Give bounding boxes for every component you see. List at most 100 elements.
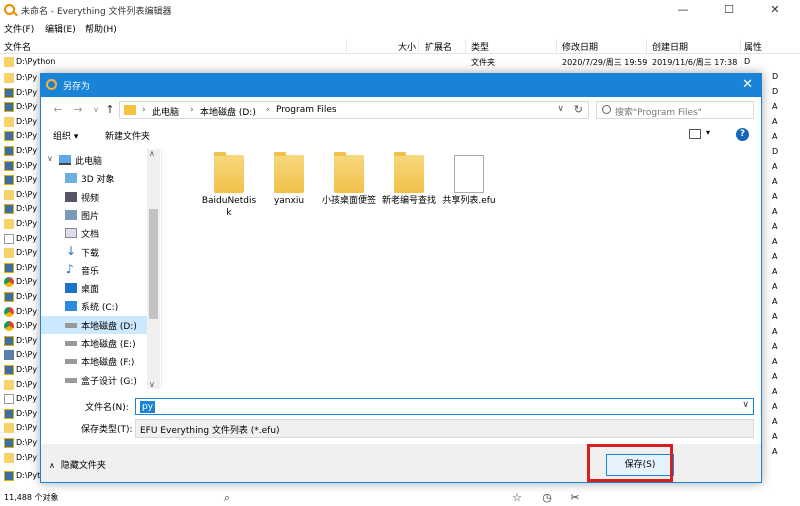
col-created[interactable]: 创建日期 [652, 40, 688, 53]
view-options-icon[interactable] [689, 129, 701, 139]
nav-item[interactable]: 本地磁盘 (F:) [41, 352, 147, 370]
attribute-cell: A [764, 385, 800, 399]
chevron-right-icon[interactable]: › [142, 105, 146, 115]
nav-item[interactable]: 文档 [41, 224, 147, 242]
file-tile[interactable]: BaiduNetdisk [200, 152, 258, 235]
recent-dropdown-icon[interactable]: ∨ [89, 102, 103, 118]
menu-help[interactable]: 帮助(H) [85, 22, 117, 35]
file-tile[interactable]: 小孩桌面便签 [320, 152, 378, 235]
nav-item[interactable]: 视频 [41, 188, 147, 206]
help-icon[interactable]: ? [736, 128, 749, 141]
file-tile[interactable]: 新老编号查找 [380, 152, 438, 235]
navigation-pane: ∨ 此电脑 3D 对象视频图片文档下载音乐桌面系统 (C:) 本地磁盘 (D:) 本地磁… [41, 149, 160, 389]
scroll-up-icon[interactable]: ∧ [149, 149, 155, 158]
nav-item[interactable]: 本地磁盘 (E:) [41, 334, 147, 352]
tools-icon[interactable]: ✂ [568, 491, 582, 505]
scroll-down-icon[interactable]: ∨ [149, 380, 155, 389]
folder-icon [214, 152, 244, 193]
up-arrow-icon[interactable]: ↑ [103, 102, 117, 118]
file-tile[interactable]: 共享列表.efu [440, 155, 498, 235]
chevron-down-icon[interactable]: ∨ [47, 154, 53, 163]
attribute-value: A [772, 222, 778, 231]
breadcrumb-drive-d[interactable]: 本地磁盘 (D:) [200, 105, 256, 118]
hide-folders-toggle[interactable]: ∧ 隐藏文件夹 [49, 458, 106, 471]
col-size[interactable]: 大小 [398, 40, 416, 53]
nav-item-label: 桌面 [81, 285, 100, 296]
python-file-icon [4, 87, 14, 98]
chevron-right-icon[interactable]: › [190, 105, 194, 115]
python-file-icon [4, 365, 14, 375]
address-bar[interactable]: › 此电脑 › 本地磁盘 (D:) › Program Files ∨ ↻ [119, 101, 589, 119]
refresh-icon[interactable]: ↻ [574, 103, 583, 116]
nav-item[interactable]: 音乐 [41, 261, 147, 279]
nav-item[interactable]: ∨ 此电脑 [41, 151, 147, 169]
star-icon[interactable]: ☆ [510, 491, 524, 505]
chevron-down-icon[interactable]: ∨ [742, 400, 749, 410]
organize-button[interactable]: 组织 ▾ [53, 129, 78, 142]
attribute-value: A [772, 432, 778, 441]
nav-item[interactable]: 图片 [41, 206, 147, 224]
nav-item[interactable]: 盒子设计 (G:) [41, 371, 147, 389]
chevron-right-icon[interactable]: › [266, 105, 270, 115]
nav-item[interactable]: 系统 (C:) [41, 297, 147, 315]
file-tile[interactable]: yanxiu [260, 152, 318, 235]
attribute-cell: A [764, 115, 800, 129]
python-file-icon [4, 204, 14, 215]
attribute-value: A [772, 207, 778, 216]
nav-item[interactable]: 下载 [41, 243, 147, 261]
attribute-value: A [772, 282, 778, 291]
file-content-area: BaiduNetdisk yanxiu 小孩桌面便签 新老编号查找 共享列表.efu [161, 149, 761, 389]
clock-icon[interactable]: ◷ [540, 491, 554, 505]
attribute-cell: A [764, 445, 800, 459]
file-tile-label: 共享列表.efu [442, 196, 496, 206]
file-row[interactable]: D:\Py [2, 450, 40, 468]
dialog-close-button[interactable]: ✕ [742, 77, 753, 92]
forward-arrow-icon[interactable]: → [71, 102, 85, 118]
file-row[interactable]: D:\Python 文件夹 2020/7/29/周三 19:59 2019/11… [0, 56, 800, 69]
new-folder-button[interactable]: 新建文件夹 [105, 129, 150, 142]
attribute-value: A [772, 297, 778, 306]
file-name: D:\Python [16, 57, 56, 66]
attribute-value: A [772, 192, 778, 201]
folder-icon [274, 152, 304, 193]
search-box[interactable]: 搜索"Program Files" [596, 101, 754, 119]
attribute-cell: A [764, 175, 800, 189]
video-icon [65, 191, 77, 202]
minimize-button[interactable]: — [660, 0, 706, 20]
menu-edit[interactable]: 编辑(E) [45, 22, 76, 35]
attribute-value: A [772, 342, 778, 351]
col-attributes[interactable]: 属性 [744, 40, 762, 53]
col-type[interactable]: 类型 [471, 40, 489, 53]
attribute-cell: A [764, 190, 800, 204]
nav-item[interactable]: 桌面 [41, 279, 147, 297]
filename-input[interactable]: py ∨ [135, 398, 754, 415]
filetype-select[interactable]: EFU Everything 文件列表 (*.efu) [135, 419, 754, 438]
scroll-thumb[interactable] [149, 209, 158, 319]
col-name[interactable]: 文件名 [4, 40, 31, 53]
nav-item[interactable]: 本地磁盘 (D:) [41, 315, 147, 334]
filename-row: 文件名(N): py ∨ [41, 396, 761, 416]
python-file-icon [4, 471, 14, 481]
maximize-button[interactable]: ☐ [706, 0, 752, 20]
attribute-cell: A [764, 235, 800, 249]
col-extension[interactable]: 扩展名 [425, 40, 452, 53]
breadcrumb-this-pc[interactable]: 此电脑 [152, 105, 179, 118]
breadcrumb-program-files[interactable]: Program Files [276, 105, 337, 115]
dialog-footer: ∧ 隐藏文件夹 保存(S) [41, 444, 761, 482]
nav-scrollbar[interactable]: ∧ ∨ [147, 149, 160, 389]
nav-item-label: 视频 [81, 193, 100, 204]
attribute-value: A [772, 177, 778, 186]
attribute-value: D [772, 72, 779, 81]
col-modified[interactable]: 修改日期 [562, 40, 598, 53]
menu-file[interactable]: 文件(F) [4, 22, 34, 35]
nav-item[interactable]: 3D 对象 [41, 169, 147, 187]
close-button[interactable]: ✕ [752, 0, 798, 20]
nav-item-label: 此电脑 [75, 157, 103, 167]
attribute-value: A [772, 447, 778, 456]
filetype-row: 保存类型(T): EFU Everything 文件列表 (*.efu) [41, 419, 761, 439]
chevron-down-icon[interactable]: ∨ [557, 104, 564, 114]
back-arrow-icon[interactable]: ← [51, 102, 65, 118]
chevron-down-icon[interactable]: ▾ [706, 128, 710, 137]
search-icon[interactable]: ⌕ [220, 491, 234, 505]
python-file-icon [4, 102, 14, 113]
